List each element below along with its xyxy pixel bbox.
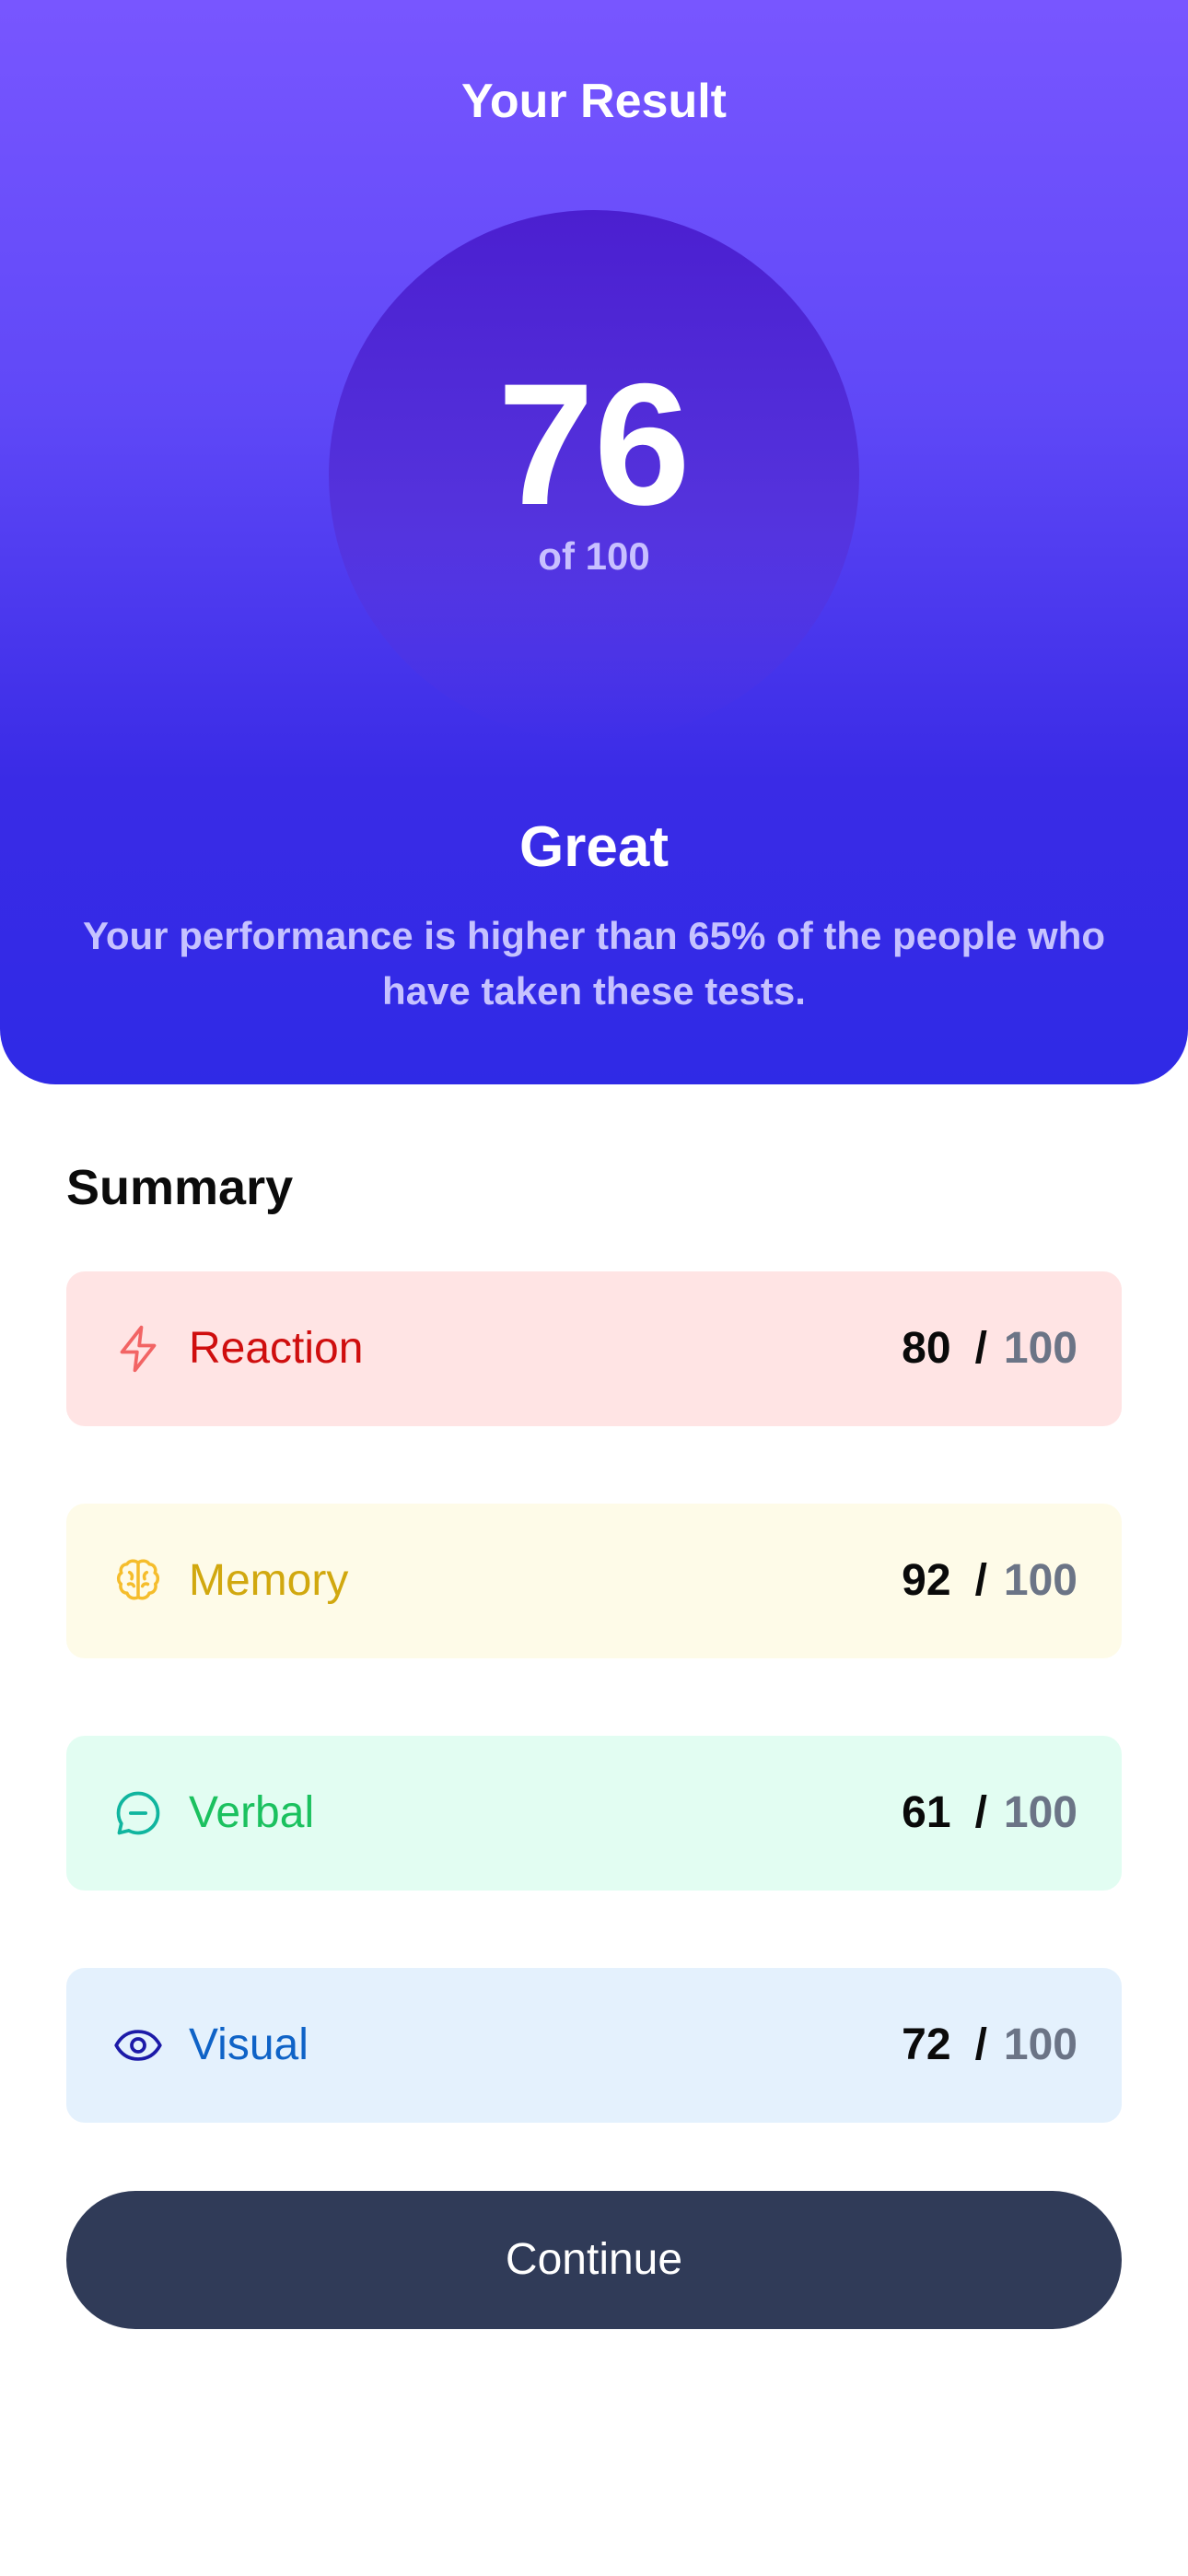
summary-item-label: Memory xyxy=(189,1556,349,1605)
score-max: 100 xyxy=(1003,1324,1077,1373)
eye-icon xyxy=(112,2020,164,2071)
score-separator: / xyxy=(974,1788,987,1837)
score-max-label: of 100 xyxy=(538,534,650,578)
chat-bubble-icon xyxy=(112,1787,164,1839)
score-max: 100 xyxy=(1003,1556,1077,1605)
summary-item-visual: Visual 72 / 100 xyxy=(66,1968,1122,2123)
score-separator: / xyxy=(974,1324,987,1373)
score-max: 100 xyxy=(1003,1788,1077,1837)
summary-item-label: Visual xyxy=(189,2020,309,2069)
summary-item-reaction: Reaction 80 / 100 xyxy=(66,1271,1122,1426)
score-circle: 76 of 100 xyxy=(329,210,859,741)
result-panel: Your Result 76 of 100 Great Your perform… xyxy=(0,0,1188,1084)
score-value: 72 xyxy=(902,2020,951,2069)
score-value: 92 xyxy=(902,1556,951,1605)
summary-item-score: 72 / 100 xyxy=(902,1968,1077,2123)
summary-title: Summary xyxy=(66,1160,294,1215)
grade-description: Your performance is higher than 65% of t… xyxy=(82,914,1106,1013)
summary-item-score: 61 / 100 xyxy=(902,1736,1077,1891)
score-value: 76 xyxy=(497,347,691,541)
score-value: 80 xyxy=(902,1324,951,1373)
summary-item-label: Reaction xyxy=(189,1324,364,1373)
brain-icon xyxy=(112,1555,164,1607)
summary-item-score: 80 / 100 xyxy=(902,1271,1077,1426)
summary-item-score: 92 / 100 xyxy=(902,1504,1077,1658)
summary-item-memory: Memory 92 / 100 xyxy=(66,1504,1122,1658)
summary-item-label: Verbal xyxy=(189,1788,315,1837)
score-value: 61 xyxy=(902,1788,951,1837)
lightning-icon xyxy=(112,1323,164,1375)
score-separator: / xyxy=(974,1556,987,1605)
continue-button[interactable]: Continue xyxy=(66,2191,1122,2329)
score-max: 100 xyxy=(1003,2020,1077,2069)
summary-item-verbal: Verbal 61 / 100 xyxy=(66,1736,1122,1891)
score-separator: / xyxy=(974,2020,987,2069)
grade-title: Great xyxy=(519,815,669,879)
result-title: Your Result xyxy=(461,75,727,128)
